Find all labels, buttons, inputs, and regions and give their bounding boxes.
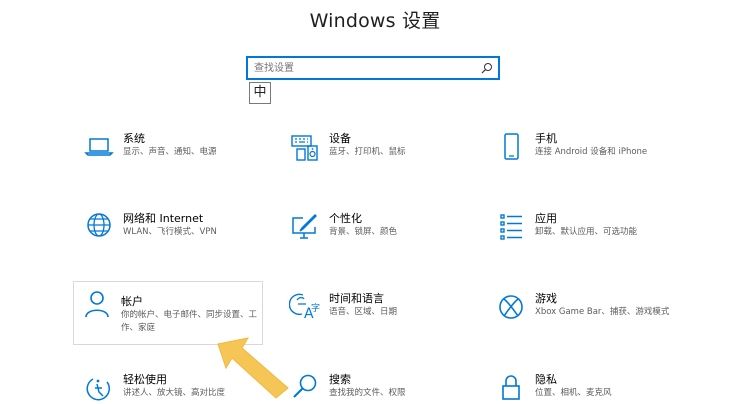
category-title: 个性化 [329, 212, 362, 225]
category-title: 帐户 [121, 295, 143, 308]
category-description: 卸载、默认应用、可选功能 [535, 227, 638, 237]
paint-screen-icon [292, 214, 317, 239]
window-title: Windows 设置 [309, 10, 441, 32]
category-title: 系统 [123, 132, 145, 145]
category-title: 隐私 [535, 373, 557, 386]
category-personalization[interactable]: 个性化 背景、锁屏、颜色 [281, 209, 477, 275]
category-description: 查找我的文件、权限 [329, 388, 406, 398]
category-description: 背景、锁屏、颜色 [329, 227, 398, 237]
category-privacy[interactable]: 隐私 位置、相机、麦克风 [487, 370, 683, 400]
category-search[interactable]: 搜索 查找我的文件、权限 [281, 370, 477, 400]
category-title: 手机 [535, 132, 557, 145]
category-title: 网络和 Internet [123, 212, 204, 225]
globe-icon [87, 213, 111, 237]
category-description: Xbox Game Bar、捕获、游戏模式 [535, 307, 670, 317]
category-time-language[interactable]: A 字 时间和语言 语音、区域、日期 [281, 289, 477, 355]
category-title: 游戏 [535, 292, 557, 305]
category-title: 应用 [535, 212, 557, 225]
phone-icon [504, 133, 519, 160]
category-gaming[interactable]: 游戏 Xbox Game Bar、捕获、游戏模式 [487, 289, 683, 355]
magnifier-icon [293, 374, 317, 398]
search-icon[interactable] [481, 62, 493, 74]
ime-indicator[interactable]: 中 [249, 82, 271, 104]
time-language-icon: A 字 [289, 293, 320, 322]
category-title: 时间和语言 [329, 292, 384, 305]
search-box[interactable] [246, 56, 500, 80]
category-description: WLAN、飞行模式、VPN [123, 227, 217, 237]
ease-of-access-icon [86, 378, 110, 401]
apps-list-icon [500, 214, 522, 240]
category-phone[interactable]: 手机 连接 Android 设备和 iPhone [487, 129, 683, 195]
annotation-arrow-icon [217, 337, 289, 399]
svg-text:字: 字 [311, 302, 320, 314]
category-devices[interactable]: 设备 蓝牙、打印机、鼠标 [281, 129, 477, 195]
category-network[interactable]: 网络和 Internet WLAN、飞行模式、VPN [75, 209, 271, 275]
laptop-icon [84, 138, 114, 156]
category-title: 搜索 [329, 373, 351, 386]
category-description: 蓝牙、打印机、鼠标 [329, 147, 406, 157]
category-apps[interactable]: 应用 卸载、默认应用、可选功能 [487, 209, 683, 275]
category-description: 你的帐户、电子邮件、同步设置、工作、家庭 [121, 310, 258, 333]
category-title: 轻松使用 [123, 373, 167, 386]
category-description: 位置、相机、麦克风 [535, 388, 612, 398]
search-input[interactable] [254, 58, 474, 78]
category-description: 连接 Android 设备和 iPhone [535, 147, 648, 157]
category-title: 设备 [329, 132, 351, 145]
keyboard-speaker-icon [291, 135, 318, 161]
category-system[interactable]: 系统 显示、声音、通知、电源 [75, 129, 271, 195]
xbox-icon [499, 295, 523, 319]
category-description: 显示、声音、通知、电源 [123, 147, 217, 157]
lock-icon [502, 375, 520, 400]
category-description: 语音、区域、日期 [329, 307, 398, 317]
person-icon [85, 291, 109, 318]
